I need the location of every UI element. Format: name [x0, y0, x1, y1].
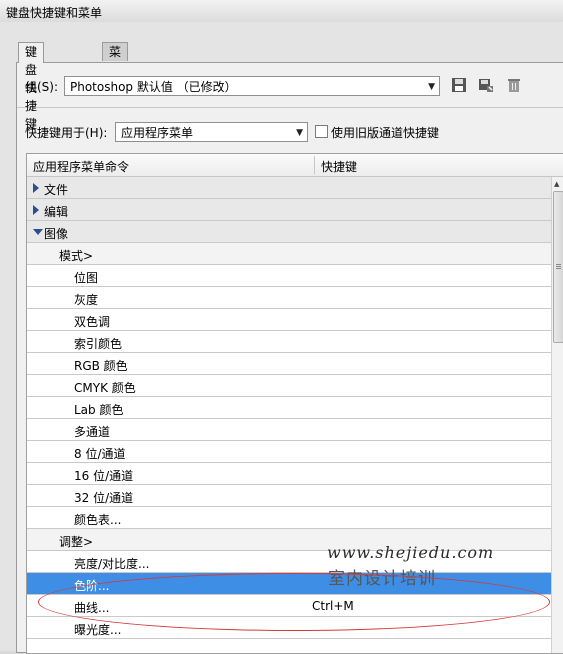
watermark-url: www.shejiedu.com [327, 543, 495, 562]
command-label: Lab 颜色 [74, 403, 124, 417]
table-row[interactable]: 多通道 [27, 419, 551, 441]
table-row[interactable]: RGB 颜色 [27, 353, 551, 375]
command-label: 曝光度... [74, 623, 122, 637]
command-label: RGB 颜色 [74, 359, 128, 373]
table-row[interactable]: 位图 [27, 265, 551, 287]
column-header-shortcut[interactable]: 快捷键 [321, 158, 357, 175]
command-label: 索引颜色 [74, 337, 123, 351]
watermark-text: 室内设计培训 [328, 569, 436, 589]
tab-menus[interactable]: 菜单 [102, 42, 129, 77]
window-title: 键盘快捷键和菜单 [6, 6, 103, 20]
table-row[interactable]: 颜色表... [27, 507, 551, 529]
set-dropdown-value: Photoshop 默认值 （已修改） [70, 80, 237, 94]
table-row[interactable]: 曲线... Ctrl+M [27, 595, 551, 617]
shortcuts-for-label: 快捷键用于(H): [25, 126, 108, 140]
command-label: 32 位/通道 [74, 491, 134, 505]
save-as-icon[interactable] [478, 77, 496, 95]
scroll-up-icon[interactable]: ▲ [554, 180, 559, 188]
legacy-channel-checkbox[interactable] [315, 125, 328, 138]
title-bar: 键盘快捷键和菜单 [0, 0, 563, 23]
chevron-down-icon: ▼ [428, 82, 435, 92]
table-row[interactable]: 曝光度... [27, 617, 551, 639]
command-label: 色阶... [74, 579, 110, 593]
command-label: 颜色表... [74, 513, 122, 527]
legacy-channel-label: 使用旧版通道快捷键 [331, 126, 440, 140]
command-label: 位图 [74, 271, 99, 285]
table-row[interactable]: 灰度 [27, 287, 551, 309]
command-label: 16 位/通道 [74, 469, 134, 483]
delete-icon[interactable] [506, 77, 524, 95]
category-row[interactable]: 编辑 [27, 199, 551, 221]
table-row[interactable]: 16 位/通道 [27, 463, 551, 485]
command-label: CMYK 颜色 [74, 381, 136, 395]
chevron-down-icon: ▼ [296, 128, 303, 138]
divider [17, 107, 563, 108]
scrollbar-thumb[interactable] [553, 191, 563, 343]
table-row[interactable]: CMYK 颜色 [27, 375, 551, 397]
command-label: 亮度/对比度... [74, 557, 150, 571]
table-row[interactable]: 索引颜色 [27, 331, 551, 353]
table-row[interactable]: 色阶... [27, 573, 551, 595]
set-dropdown[interactable]: Photoshop 默认值 （已修改） ▼ [64, 76, 440, 96]
command-label: 曲线... [74, 601, 110, 615]
collapsed-triangle-icon[interactable] [33, 183, 39, 193]
command-label: 多通道 [74, 425, 111, 439]
command-label: 灰度 [74, 293, 99, 307]
vertical-scrollbar[interactable]: ▲ [551, 177, 563, 653]
table-row[interactable]: 模式> [27, 243, 551, 265]
collapsed-triangle-icon[interactable] [33, 205, 39, 215]
expanded-triangle-icon[interactable] [33, 229, 43, 235]
column-separator[interactable] [314, 156, 315, 174]
tab-panel: 组(S): Photoshop 默认值 （已修改） ▼ 快捷键用于(H): 应用… [16, 62, 563, 654]
grip-icon [556, 264, 561, 265]
shortcut-value[interactable]: Ctrl+M [312, 599, 354, 613]
table-row[interactable]: 双色调 [27, 309, 551, 331]
command-label: 编辑 [44, 205, 69, 219]
table-row[interactable]: 8 位/通道 [27, 441, 551, 463]
command-label: 调整> [59, 535, 94, 549]
tab-keyboard-shortcuts[interactable]: 键盘快捷键 [18, 42, 45, 131]
save-icon[interactable] [451, 77, 469, 95]
command-label: 8 位/通道 [74, 447, 126, 461]
list-header: 应用程序菜单命令 快捷键 [27, 154, 563, 177]
command-label: 模式> [59, 249, 94, 263]
shortcuts-for-value: 应用程序菜单 [121, 126, 194, 140]
category-row[interactable]: 图像 [27, 221, 551, 243]
command-label: 文件 [44, 183, 69, 197]
command-label: 图像 [44, 227, 69, 241]
menu-command-list: 应用程序菜单命令 快捷键 文件编辑图像模式> 位图灰度双色调索引颜色 RGB 颜色 C… [26, 153, 563, 654]
category-row[interactable]: 文件 [27, 177, 551, 199]
column-header-command[interactable]: 应用程序菜单命令 [33, 158, 129, 175]
shortcuts-for-dropdown[interactable]: 应用程序菜单 ▼ [115, 122, 308, 142]
command-label: 双色调 [74, 315, 111, 329]
table-row[interactable]: Lab 颜色 [27, 397, 551, 419]
list-rows: 文件编辑图像模式> 位图灰度双色调索引颜色 RGB 颜色 CMYK 颜色 Lab 颜色多… [27, 177, 551, 639]
table-row[interactable]: 32 位/通道 [27, 485, 551, 507]
